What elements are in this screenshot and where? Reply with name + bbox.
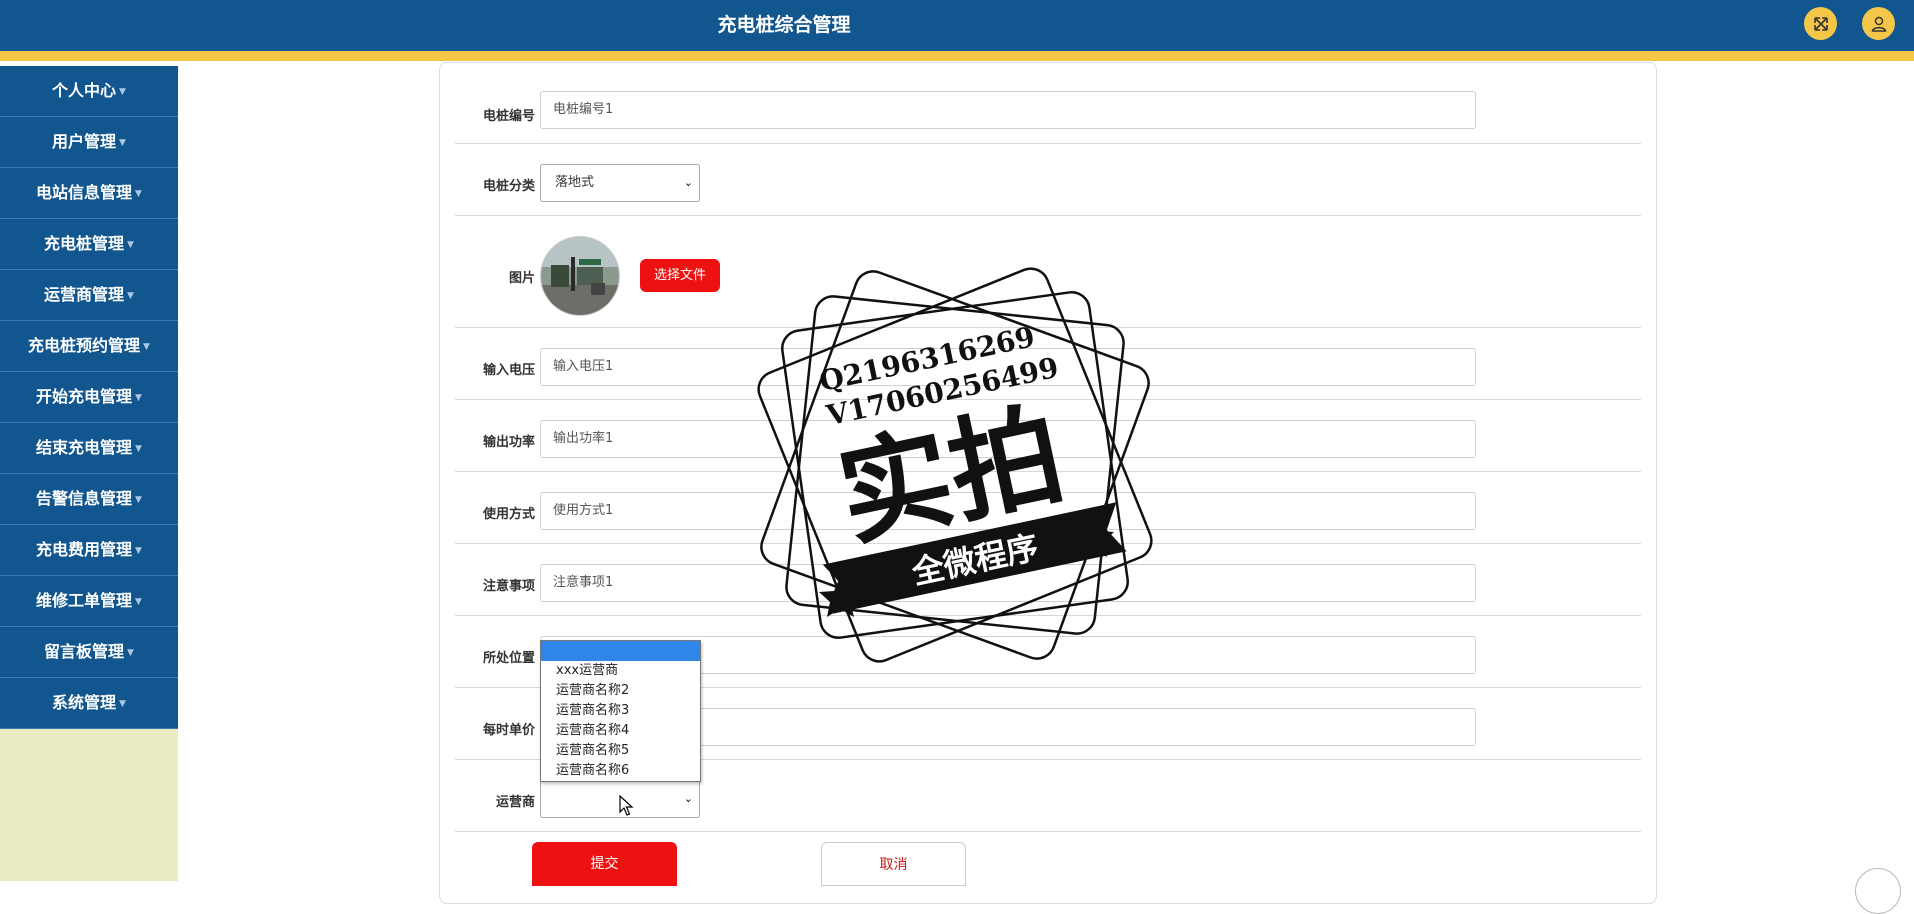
user-icon[interactable] <box>1862 7 1895 40</box>
chevron-down-icon: ⌄ <box>683 176 693 189</box>
input-voltage-input[interactable]: 输入电压1 <box>540 348 1476 386</box>
form-row-notes: 注意事项 注意事项1 <box>455 543 1641 616</box>
sidebar-item-label: 告警信息管理 <box>36 489 133 508</box>
sidebar-item-label: 系统管理 <box>52 693 117 712</box>
field-label: 图片 <box>508 271 535 286</box>
sidebar-item-alarm[interactable]: 告警信息管理 ▼ <box>0 474 178 525</box>
sidebar-item-label: 用户管理 <box>52 132 117 151</box>
chevron-down-icon: ▼ <box>143 342 150 352</box>
select-value: 落地式 <box>555 175 595 190</box>
output-power-input[interactable]: 输出功率1 <box>540 420 1476 458</box>
cancel-button[interactable]: 取消 <box>821 842 966 886</box>
dropdown-option[interactable]: 运营商名称6 <box>541 761 700 781</box>
chevron-down-icon: ▼ <box>135 597 142 607</box>
sidebar-item-fees[interactable]: 充电费用管理 ▼ <box>0 525 178 576</box>
operator-dropdown-list: xxx运营商 运营商名称2 运营商名称3 运营商名称4 运营商名称5 运营商名称… <box>540 640 701 782</box>
form-row-output-power: 输出功率 输出功率1 <box>455 399 1641 472</box>
field-label: 电桩分类 <box>482 179 535 194</box>
sidebar-item-label: 结束充电管理 <box>36 438 133 457</box>
chevron-down-icon: ⌄ <box>683 792 693 805</box>
sidebar-item-system[interactable]: 系统管理 ▼ <box>0 678 178 729</box>
mouse-cursor-icon <box>619 795 634 816</box>
form-row-usage: 使用方式 使用方式1 <box>455 471 1641 544</box>
sidebar-item-user-management[interactable]: 用户管理 ▼ <box>0 117 178 168</box>
pile-category-select[interactable]: 落地式 ⌄ <box>540 164 700 202</box>
chevron-down-icon: ▼ <box>135 546 142 556</box>
pile-number-input[interactable]: 电桩编号1 <box>540 91 1476 129</box>
scroll-to-top-button[interactable] <box>1855 868 1901 914</box>
sidebar-item-label: 运营商管理 <box>44 285 125 304</box>
form-row-pile-number: 电桩编号 电桩编号1 <box>455 86 1641 144</box>
chevron-down-icon: ▼ <box>127 291 134 301</box>
sidebar-item-end-charging[interactable]: 结束充电管理 ▼ <box>0 423 178 474</box>
header-accent-strip <box>0 51 1914 61</box>
sidebar-item-start-charging[interactable]: 开始充电管理 ▼ <box>0 372 178 423</box>
top-bar: 充电桩综合管理 <box>0 0 1914 51</box>
form-row-image: 图片 选择文件 <box>455 215 1641 328</box>
field-label: 输入电压 <box>482 363 535 378</box>
chevron-down-icon: ▼ <box>135 393 142 403</box>
sidebar-item-label: 充电桩预约管理 <box>28 336 141 355</box>
sidebar-item-message-board[interactable]: 留言板管理 ▼ <box>0 627 178 678</box>
sidebar-item-label: 开始充电管理 <box>36 387 133 406</box>
sidebar-item-label: 个人中心 <box>52 81 117 100</box>
dropdown-option[interactable]: 运营商名称5 <box>541 741 700 761</box>
chevron-down-icon: ▼ <box>135 495 142 505</box>
dropdown-option[interactable]: xxx运营商 <box>541 661 700 681</box>
field-label: 输出功率 <box>482 435 535 450</box>
sidebar-item-label: 电站信息管理 <box>36 183 133 202</box>
sidebar-item-label: 留言板管理 <box>44 642 125 661</box>
chevron-down-icon: ▼ <box>119 699 126 709</box>
sidebar-item-reservation[interactable]: 充电桩预约管理 ▼ <box>0 321 178 372</box>
field-label: 注意事项 <box>482 579 535 594</box>
field-label: 运营商 <box>495 795 535 810</box>
dropdown-option[interactable] <box>541 641 700 661</box>
chevron-down-icon: ▼ <box>135 189 142 199</box>
dropdown-option[interactable]: 运营商名称2 <box>541 681 700 701</box>
submit-button[interactable]: 提交 <box>532 842 677 886</box>
field-label: 电桩编号 <box>482 109 535 124</box>
dropdown-option[interactable]: 运营商名称3 <box>541 701 700 721</box>
sidebar-item-personal-center[interactable]: 个人中心 ▼ <box>0 66 178 117</box>
pile-image-thumbnail <box>540 236 620 316</box>
form-row-pile-category: 电桩分类 落地式 ⌄ <box>455 143 1641 216</box>
dropdown-option[interactable]: 运营商名称4 <box>541 721 700 741</box>
field-label: 使用方式 <box>482 507 535 522</box>
chevron-down-icon: ▼ <box>119 87 126 97</box>
notes-input[interactable]: 注意事项1 <box>540 564 1476 602</box>
chevron-down-icon: ▼ <box>127 240 134 250</box>
fullscreen-icon[interactable] <box>1804 7 1837 40</box>
chevron-down-icon: ▼ <box>135 444 142 454</box>
app-title: 充电桩综合管理 <box>717 14 851 36</box>
sidebar-item-label: 维修工单管理 <box>36 591 133 610</box>
sidebar-item-label: 充电桩管理 <box>44 234 125 253</box>
sidebar-item-work-orders[interactable]: 维修工单管理 ▼ <box>0 576 178 627</box>
sidebar-item-station-info[interactable]: 电站信息管理 ▼ <box>0 168 178 219</box>
sidebar-item-label: 充电费用管理 <box>36 540 133 559</box>
sidebar-item-charging-pile[interactable]: 充电桩管理 ▼ <box>0 219 178 270</box>
usage-input[interactable]: 使用方式1 <box>540 492 1476 530</box>
chevron-down-icon: ▼ <box>119 138 126 148</box>
chevron-down-icon: ▼ <box>127 648 134 658</box>
sidebar: 个人中心 ▼ 用户管理 ▼ 电站信息管理 ▼ 充电桩管理 ▼ 运营商管理 ▼ 充电桩预约管… <box>0 66 178 881</box>
choose-file-button[interactable]: 选择文件 <box>640 259 720 292</box>
field-label: 每时单价 <box>482 723 535 738</box>
form-row-input-voltage: 输入电压 输入电压1 <box>455 327 1641 400</box>
sidebar-item-operator[interactable]: 运营商管理 ▼ <box>0 270 178 321</box>
field-label: 所处位置 <box>482 651 535 666</box>
